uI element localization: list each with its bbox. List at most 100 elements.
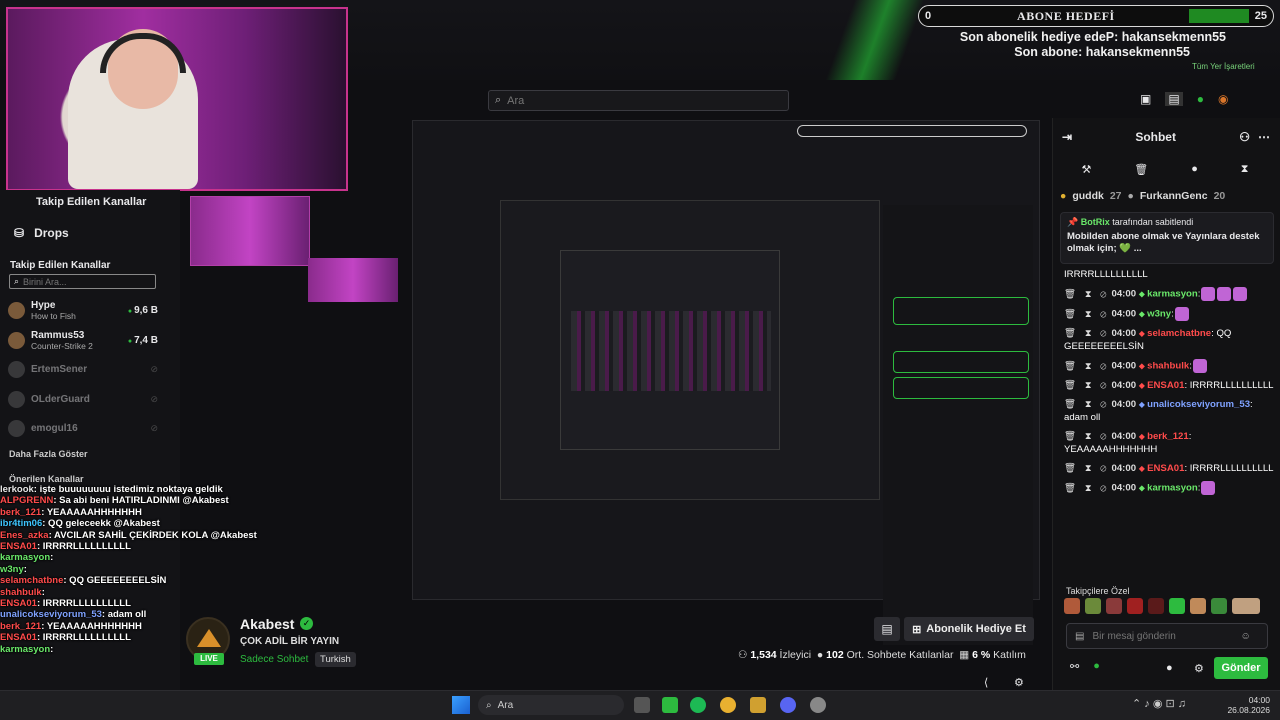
avatar[interactable]: ◉ [1218,92,1228,106]
bookmarks-link[interactable]: Tüm Yer İşaretleri [1192,62,1255,71]
emote-icon[interactable] [1085,598,1101,614]
category-link[interactable]: Sadece Sohbet [240,654,308,665]
emoji-icon[interactable]: ☺ [1240,631,1250,642]
send-button[interactable]: Gönder [1214,657,1268,679]
sidebar-channel[interactable]: emogul16 ⊘ [8,414,158,444]
mod-actions-icon[interactable]: 🗑 ⧗ ⊘ [1064,399,1110,410]
chat-message[interactable]: 🗑 ⧗ ⊘ 04:00 ◆ ENSA01: IRRRRLLLLLLLLLL [1064,379,1276,392]
gear-icon[interactable]: ⚙ [1194,662,1204,675]
overlay-chat-user: lerkook [0,484,34,495]
message-user[interactable]: karmasyon [1147,483,1198,494]
message-user[interactable]: berk_121 [1147,431,1189,442]
mod-actions-icon[interactable]: 🗑 ⧗ ⊘ [1064,431,1110,442]
sidebar-channel[interactable]: ErtemSener ⊘ [8,355,158,385]
message-user[interactable]: ENSA01 [1147,463,1184,474]
hammer-icon[interactable]: ⚒ [1081,163,1091,176]
chat-message[interactable]: IRRRRLLLLLLLLLL [1064,268,1276,281]
gift-sub-button[interactable]: ⊞ Abonelik Hediye Et [904,617,1034,641]
channel-avatar[interactable]: LIVE [186,617,230,665]
chat-message[interactable]: 🗑 ⧗ ⊘ 04:00 ◆ ENSA01: IRRRRLLLLLLLLLL [1064,462,1276,475]
channel-search-input[interactable] [23,276,144,287]
settings-icon[interactable]: ⚙ [1014,676,1024,689]
language-tag[interactable]: Turkish [315,652,356,667]
mod-actions-icon[interactable]: 🗑 ⧗ ⊘ [1064,328,1110,339]
emote-icon[interactable] [1148,598,1164,614]
overlay-chat-text: : [23,563,27,575]
following-header[interactable]: Takip Edilen Kanallar [36,196,146,208]
sidebar-channel[interactable]: Rammus53 Counter-Strike 2 ● 7,4 B [8,326,158,356]
emote-icon[interactable] [1232,598,1260,614]
mod-actions-icon[interactable]: 🗑 ⧗ ⊘ [1064,289,1110,300]
menu-button[interactable]: ▤ [874,617,900,641]
emote-icon[interactable] [1190,598,1206,614]
chat-input[interactable] [1092,630,1233,642]
kick-logo-icon[interactable]: ● [1197,92,1204,106]
chat-settings-icon[interactable]: ⚯ [1070,660,1079,673]
chat-bubble-icon[interactable]: ● [1191,163,1198,175]
kick-icon[interactable]: ● [1093,660,1100,673]
trash-icon[interactable]: 🗑 [1134,163,1148,176]
collapse-icon[interactable]: ⇥ [1062,130,1072,144]
message-user[interactable]: w3ny [1147,309,1171,320]
message-time: 04:00 [1111,399,1137,410]
chat-message[interactable]: 🗑 ⧗ ⊘ 04:00 ◆ berk_121: YEAAAAAHHHHHHH [1064,430,1276,456]
channel-name[interactable]: Akabest [240,616,294,632]
show-more-link[interactable]: Daha Fazla Göster [9,449,88,459]
gifter-name[interactable]: FurkannGenc [1140,190,1208,202]
emote-icon[interactable] [1169,598,1185,614]
discord-icon[interactable] [780,697,796,713]
windows-start-icon[interactable] [452,696,470,714]
mod-actions-icon[interactable]: 🗑 ⧗ ⊘ [1064,309,1110,320]
channel-name: OLderGuard [31,393,90,405]
emote-icon[interactable] [1127,598,1143,614]
app-icon[interactable] [810,697,826,713]
message-user[interactable]: karmasyon [1147,289,1198,300]
pinned-message[interactable]: 📌 BotRix tarafından sabitlendi Mobilden … [1060,212,1274,264]
channel-search[interactable]: ⌕ [9,274,156,289]
chat-message[interactable]: 🗑 ⧗ ⊘ 04:00 ◆ karmasyon: [1064,287,1276,301]
chat-message[interactable]: 🗑 ⧗ ⊘ 04:00 ◆ karmasyon: [1064,481,1276,495]
task-view-icon[interactable] [634,697,650,713]
hourglass-icon[interactable]: ⧗ [1241,163,1249,176]
mod-actions-icon[interactable]: 🗑 ⧗ ⊘ [1064,380,1110,391]
taskbar-search[interactable]: ⌕ Ara [478,695,624,715]
message-user[interactable]: shahbulk [1147,361,1189,372]
emote-icon[interactable] [1106,598,1122,614]
mod-actions-icon[interactable]: 🗑 ⧗ ⊘ [1064,463,1110,474]
viewer-count: ● 9,6 B [128,305,158,316]
mod-actions-icon[interactable]: 🗑 ⧗ ⊘ [1064,483,1110,494]
message-user[interactable]: selamchatbne [1147,328,1211,339]
gifter-name[interactable]: guddk [1072,190,1104,202]
screen-icon[interactable]: ▣ [1140,92,1151,106]
chat-message[interactable]: 🗑 ⧗ ⊘ 04:00 ◆ unalicokseviyorum_53: adam … [1064,398,1276,424]
layout-icon[interactable]: ▤ [1165,92,1183,106]
more-icon[interactable]: ⋯ [1258,130,1270,144]
share-icon[interactable]: ⟨ [984,676,988,689]
users-icon[interactable]: ⚇ [1239,130,1250,144]
chat-message[interactable]: 🗑 ⧗ ⊘ 04:00 ◆ selamchatbne: QQ GEEEEEEEEL… [1064,327,1276,353]
mod-actions-icon[interactable]: 🗑 ⧗ ⊘ [1064,361,1110,372]
taskbar-clock[interactable]: 04:00 26.08.2026 [1210,695,1270,715]
chat-message[interactable]: 🗑 ⧗ ⊘ 04:00 ◆ w3ny: [1064,307,1276,321]
message-user[interactable]: unalicokseviyorum_53 [1147,399,1250,410]
search-box[interactable]: ⌕ [488,90,789,111]
sidebar-channel[interactable]: OLderGuard ⊘ [8,385,158,415]
emote-icon[interactable] [1211,598,1227,614]
spotify-icon[interactable] [690,697,706,713]
chat-message[interactable]: 🗑 ⧗ ⊘ 04:00 ◆ shahbulk: [1064,359,1276,373]
sidebar-item-drops[interactable]: ⛁ Drops [14,226,69,240]
message-icon: ▤ [1075,630,1085,642]
top-gifters: ● guddk 27 ● FurkannGenc 20 [1060,186,1274,206]
chrome-icon[interactable] [720,697,736,713]
chat-bubble-icon[interactable]: ● [1166,662,1173,674]
message-user[interactable]: ENSA01 [1147,380,1184,391]
tray-icons[interactable]: ⌃ ♪ ◉ ⊡ ♫ [1132,697,1186,710]
chat-input-box[interactable]: ▤ ☺ [1066,623,1268,649]
whatsapp-icon[interactable] [662,697,678,713]
message-time: 04:00 [1111,308,1137,320]
sidebar-channel[interactable]: Hype How to Fish ● 9,6 B [8,296,158,326]
search-input[interactable] [507,94,768,107]
message-text: : IRRRRLLLLLLLLLL [1184,463,1274,474]
emote-icon[interactable] [1064,598,1080,614]
folder-icon[interactable] [750,697,766,713]
